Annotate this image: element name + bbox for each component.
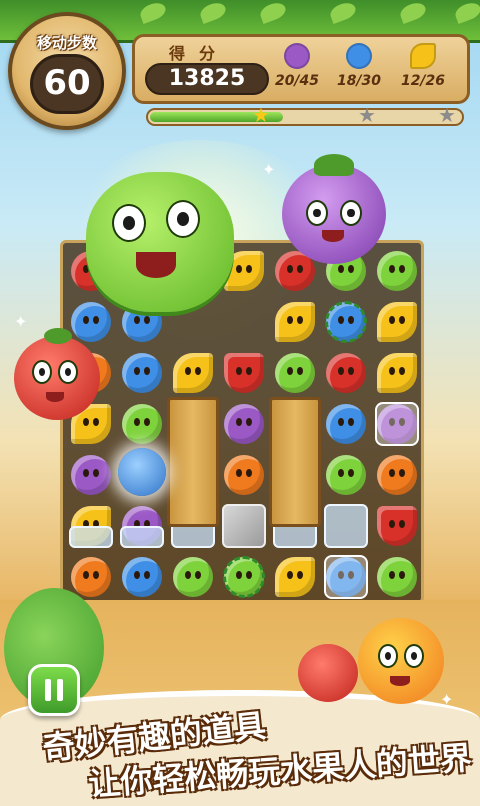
glass-cover bbox=[324, 555, 368, 599]
board-cell[interactable] bbox=[118, 502, 166, 550]
board-cell[interactable] bbox=[322, 298, 370, 346]
moves-value: 60 bbox=[43, 63, 91, 103]
mangosteen-icon bbox=[224, 404, 264, 444]
basket-icon bbox=[224, 353, 264, 393]
wooden-blocker bbox=[269, 397, 321, 527]
blueberry-icon bbox=[122, 353, 162, 393]
wooden-blocker bbox=[167, 397, 219, 527]
goal-lemon: 12/26 bbox=[391, 43, 455, 89]
lemon-icon bbox=[377, 302, 417, 342]
board-cell[interactable] bbox=[373, 451, 421, 499]
orange-icon bbox=[377, 455, 417, 495]
goal-lemon-count: 12/26 bbox=[400, 73, 446, 89]
board-cell[interactable] bbox=[118, 349, 166, 397]
board-cell[interactable] bbox=[373, 502, 421, 550]
board-cell[interactable] bbox=[373, 349, 421, 397]
star-empty-icon: ★ bbox=[358, 103, 376, 127]
score-progress-bar: ★ ★ ★ bbox=[146, 103, 464, 127]
moves-counter: 移动步数 60 bbox=[8, 12, 126, 130]
red-apple-character bbox=[14, 328, 100, 420]
basket-icon bbox=[377, 506, 417, 546]
sparkle-icon: ✦ bbox=[14, 312, 28, 331]
score-panel: 得分 13825 20/45 18/30 12/26 bbox=[132, 34, 470, 104]
score-value: 13825 bbox=[168, 66, 246, 91]
blueberry-icon bbox=[346, 43, 372, 69]
board-cell[interactable] bbox=[373, 298, 421, 346]
apple-icon bbox=[326, 455, 366, 495]
apple-icon bbox=[275, 353, 315, 393]
orange-mascot bbox=[358, 618, 444, 704]
ice-block bbox=[69, 526, 113, 548]
pause-icon bbox=[45, 679, 63, 701]
lemon-icon bbox=[275, 557, 315, 597]
goal-mangosteen: 20/45 bbox=[265, 43, 329, 89]
board-cell[interactable] bbox=[220, 349, 268, 397]
lemon-icon bbox=[410, 43, 436, 69]
board-cell[interactable] bbox=[220, 451, 268, 499]
apple-icon bbox=[122, 404, 162, 444]
board-cell[interactable] bbox=[67, 502, 115, 550]
board-cell[interactable] bbox=[322, 451, 370, 499]
mangosteen-icon bbox=[71, 455, 111, 495]
apple-icon bbox=[377, 251, 417, 291]
score-label: 得分 bbox=[169, 44, 230, 63]
pause-button[interactable] bbox=[28, 664, 80, 716]
ice-block bbox=[120, 526, 164, 548]
board-cell[interactable] bbox=[67, 451, 115, 499]
blueberry-special bbox=[118, 448, 166, 496]
apple-icon bbox=[173, 557, 213, 597]
board-cell[interactable] bbox=[271, 553, 319, 601]
board-cell[interactable] bbox=[220, 400, 268, 448]
board-cell[interactable] bbox=[322, 400, 370, 448]
apple-icon bbox=[377, 557, 417, 597]
board-cell[interactable] bbox=[118, 553, 166, 601]
goal-blueberry-count: 18/30 bbox=[336, 73, 382, 89]
board-cell[interactable] bbox=[373, 553, 421, 601]
ice-block bbox=[324, 504, 368, 548]
vine-lock bbox=[325, 301, 367, 343]
board-cell[interactable] bbox=[373, 247, 421, 295]
green-apple-character bbox=[86, 172, 234, 312]
board-cell[interactable] bbox=[169, 553, 217, 601]
orange-icon bbox=[71, 557, 111, 597]
stone-block bbox=[222, 504, 266, 548]
goal-blueberry: 18/30 bbox=[327, 43, 391, 89]
mangosteen-character bbox=[282, 154, 386, 264]
moves-label: 移动步数 bbox=[36, 34, 97, 52]
board-cell[interactable] bbox=[169, 349, 217, 397]
board-cell[interactable] bbox=[373, 400, 421, 448]
board-cell[interactable] bbox=[220, 502, 268, 550]
board-cell[interactable] bbox=[271, 349, 319, 397]
star-earned-icon: ★ bbox=[252, 103, 270, 127]
lemon-icon bbox=[173, 353, 213, 393]
mangosteen-icon bbox=[284, 43, 310, 69]
board-cell[interactable] bbox=[118, 400, 166, 448]
score-box: 13825 bbox=[145, 63, 269, 95]
vine-lock bbox=[223, 556, 265, 598]
lemon-icon bbox=[377, 353, 417, 393]
blueberry-icon bbox=[122, 557, 162, 597]
star-empty-icon: ★ bbox=[438, 103, 456, 127]
orange-icon bbox=[224, 455, 264, 495]
red-apple-mascot bbox=[298, 644, 358, 702]
red-apple-icon bbox=[326, 353, 366, 393]
board-cell[interactable] bbox=[220, 553, 268, 601]
board-cell[interactable] bbox=[322, 553, 370, 601]
sparkle-icon: ✦ bbox=[440, 690, 454, 709]
sparkle-icon: ✦ bbox=[262, 160, 276, 179]
blueberry-icon bbox=[326, 404, 366, 444]
glass-cover bbox=[375, 402, 419, 446]
board-cell[interactable] bbox=[322, 349, 370, 397]
lemon-icon bbox=[275, 302, 315, 342]
goal-mangosteen-count: 20/45 bbox=[274, 73, 320, 89]
blueberry-icon bbox=[71, 302, 111, 342]
board-cell[interactable] bbox=[271, 298, 319, 346]
board-cell[interactable] bbox=[322, 502, 370, 550]
